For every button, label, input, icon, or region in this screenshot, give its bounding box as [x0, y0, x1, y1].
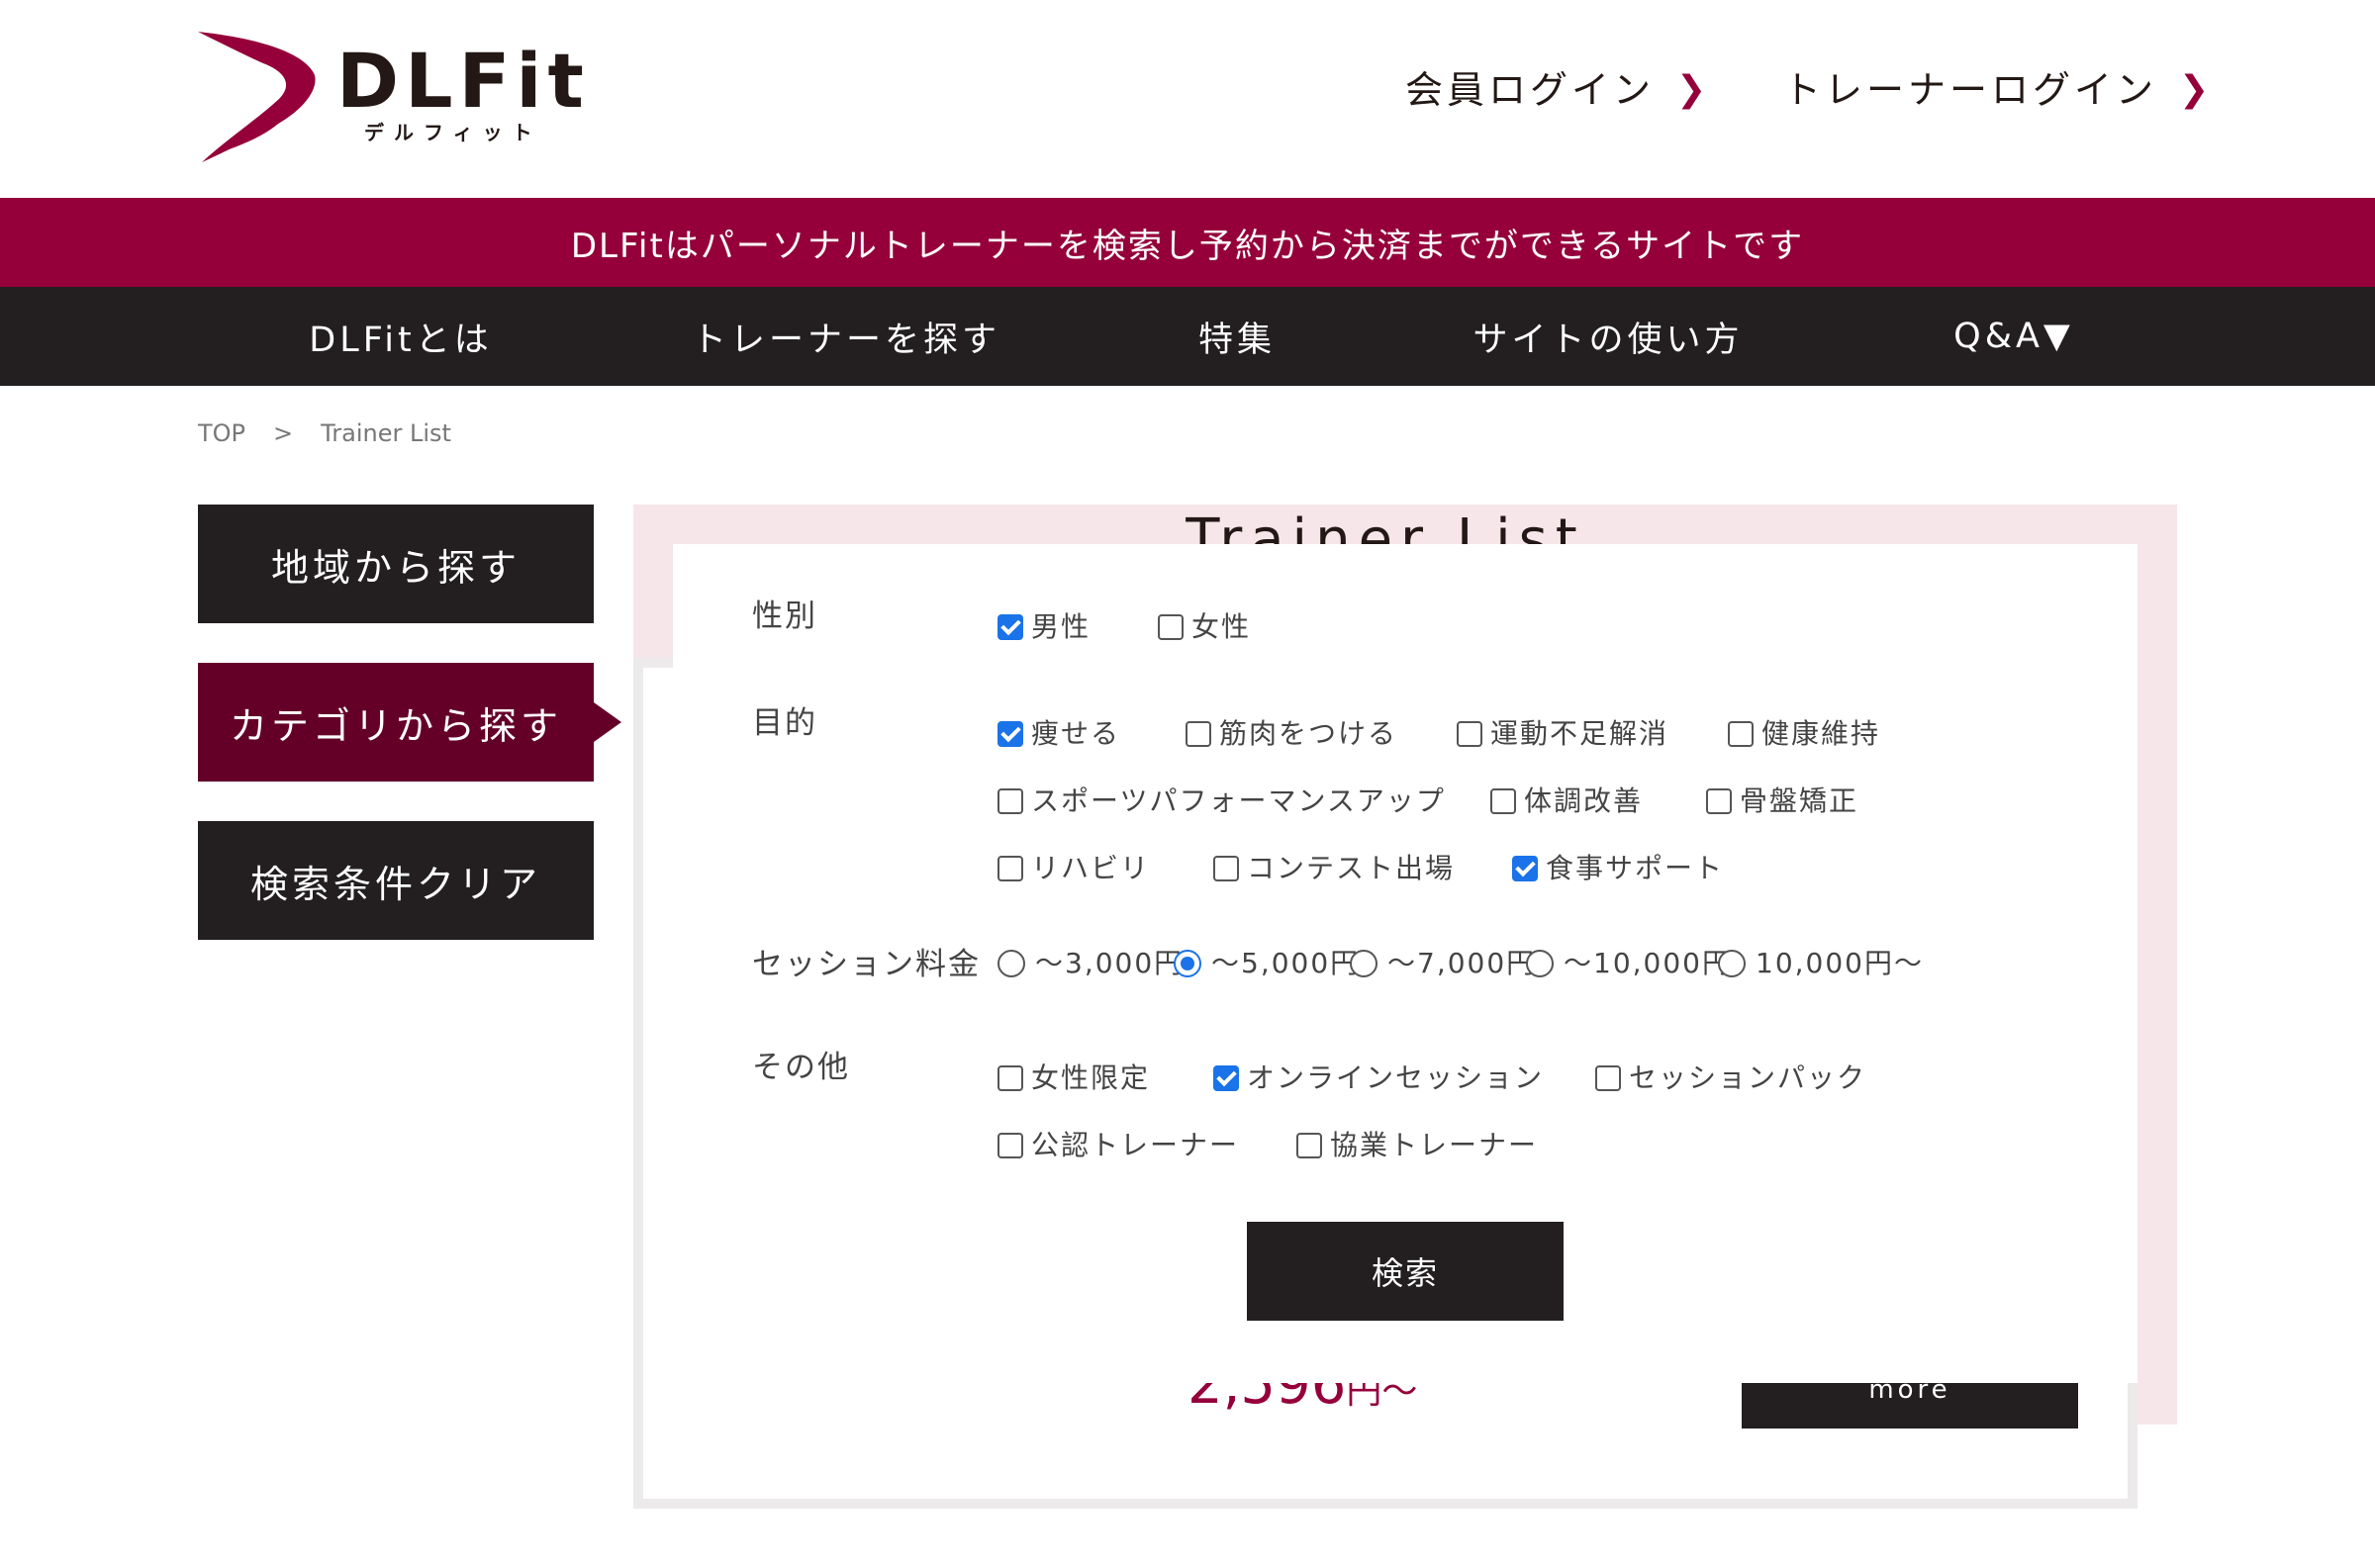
site-banner: DLFitはパーソナルトレーナーを検索し予約から決済までができるサイトです: [0, 198, 2375, 287]
other-online-checkbox[interactable]: [1213, 1065, 1239, 1091]
fee-option-over-10000[interactable]: 10,000円〜: [1718, 950, 1924, 977]
purpose-option-sports[interactable]: スポーツパフォーマンスアップ: [998, 787, 1446, 815]
option-label: 体調改善: [1524, 784, 1644, 817]
option-label: コンテスト出場: [1247, 852, 1456, 884]
chevron-right-icon: ❯: [2179, 69, 2214, 110]
active-pointer-icon: [594, 702, 621, 742]
purpose-rehab-checkbox[interactable]: [998, 856, 1023, 881]
purpose-option-health[interactable]: 健康維持: [1728, 720, 1880, 748]
nav-item-feature[interactable]: 特集: [1183, 287, 1291, 386]
fee-over-10000-radio[interactable]: [1718, 950, 1746, 977]
purpose-diet-checkbox[interactable]: [1512, 856, 1538, 881]
purpose-option-slim[interactable]: 痩せる: [998, 720, 1120, 748]
breadcrumb-home[interactable]: TOP: [198, 419, 245, 447]
purpose-option-rehab[interactable]: リハビリ: [998, 855, 1150, 882]
logo-text[interactable]: DLFit: [336, 44, 590, 119]
option-label: 〜7,000円: [1387, 947, 1537, 979]
option-label: 〜10,000円: [1564, 947, 1732, 979]
option-label: 運動不足解消: [1490, 717, 1669, 750]
more-button[interactable]: more: [1742, 1375, 2078, 1429]
other-option-women-only[interactable]: 女性限定: [998, 1064, 1150, 1092]
option-label: 女性: [1191, 610, 1252, 643]
purpose-label: 目的: [752, 705, 817, 741]
member-login-link[interactable]: 会員ログイン ❯: [1405, 71, 1710, 109]
chevron-right-icon: ❯: [1676, 69, 1711, 110]
option-label: 10,000円〜: [1756, 947, 1924, 979]
gender-male-checkbox[interactable]: [998, 614, 1023, 640]
purpose-muscle-checkbox[interactable]: [1186, 721, 1211, 747]
purpose-option-exercise[interactable]: 運動不足解消: [1457, 720, 1668, 748]
purpose-exercise-checkbox[interactable]: [1457, 721, 1482, 747]
option-label: 女性限定: [1031, 1061, 1151, 1094]
gender-option-male[interactable]: 男性: [998, 613, 1091, 641]
option-label: 健康維持: [1761, 717, 1881, 750]
fee-option-5000[interactable]: 〜5,000円: [1174, 950, 1360, 977]
purpose-contest-checkbox[interactable]: [1213, 856, 1239, 881]
wing-swoosh-icon[interactable]: [194, 30, 318, 166]
member-login-label: 会員ログイン: [1405, 68, 1656, 112]
option-label: 男性: [1031, 610, 1092, 643]
option-label: オンラインセッション: [1247, 1061, 1545, 1094]
purpose-option-muscle[interactable]: 筋肉をつける: [1186, 720, 1397, 748]
fee-5000-radio[interactable]: [1174, 950, 1201, 977]
fee-option-3000[interactable]: 〜3,000円: [998, 950, 1184, 977]
option-label: 筋肉をつける: [1219, 717, 1398, 750]
nav-item-qa[interactable]: Q&A▼: [1930, 287, 2098, 386]
nav-item-how-to-use[interactable]: サイトの使い方: [1465, 287, 1752, 386]
option-label: 痩せる: [1031, 717, 1121, 750]
breadcrumb-current: Trainer List: [321, 419, 451, 447]
option-label: スポーツパフォーマンスアップ: [1031, 784, 1446, 817]
other-pack-checkbox[interactable]: [1595, 1065, 1621, 1091]
other-option-pack[interactable]: セッションパック: [1595, 1064, 1866, 1092]
logo-subtitle: デルフィット: [364, 121, 542, 144]
purpose-condition-checkbox[interactable]: [1490, 788, 1516, 814]
other-certified-checkbox[interactable]: [998, 1133, 1023, 1158]
other-partner-checkbox[interactable]: [1296, 1133, 1322, 1158]
category-search-button[interactable]: カテゴリから探す: [198, 663, 594, 782]
option-label: 公認トレーナー: [1031, 1129, 1240, 1161]
option-label: リハビリ: [1031, 852, 1151, 884]
option-label: 〜3,000円: [1035, 947, 1185, 979]
purpose-option-contest[interactable]: コンテスト出場: [1213, 855, 1455, 882]
purpose-health-checkbox[interactable]: [1728, 721, 1754, 747]
gender-label: 性別: [752, 599, 817, 634]
fee-label: セッション料金: [752, 947, 981, 982]
purpose-option-condition[interactable]: 体調改善: [1490, 787, 1643, 815]
option-label: 協業トレーナー: [1330, 1129, 1539, 1161]
fee-3000-radio[interactable]: [998, 950, 1025, 977]
gender-female-checkbox[interactable]: [1158, 614, 1184, 640]
gender-option-female[interactable]: 女性: [1158, 613, 1251, 641]
option-label: 骨盤矯正: [1740, 784, 1859, 817]
other-option-partner[interactable]: 協業トレーナー: [1296, 1132, 1538, 1159]
nav-item-find-trainer[interactable]: トレーナーを探す: [683, 287, 1009, 386]
trainer-login-label: トレーナーログイン: [1783, 68, 2158, 112]
purpose-option-diet[interactable]: 食事サポート: [1512, 855, 1724, 882]
area-search-button[interactable]: 地域から探す: [198, 505, 594, 623]
search-button[interactable]: 検索: [1247, 1222, 1564, 1321]
option-label: 〜5,000円: [1211, 947, 1361, 979]
global-nav: DLFitとは トレーナーを探す 特集 サイトの使い方 Q&A▼: [0, 287, 2375, 386]
option-label: 食事サポート: [1546, 852, 1725, 884]
fee-option-7000[interactable]: 〜7,000円: [1350, 950, 1536, 977]
other-option-certified[interactable]: 公認トレーナー: [998, 1132, 1239, 1159]
purpose-pelvis-checkbox[interactable]: [1706, 788, 1732, 814]
purpose-option-pelvis[interactable]: 骨盤矯正: [1706, 787, 1858, 815]
breadcrumb: TOP > Trainer List: [198, 419, 451, 447]
purpose-sports-checkbox[interactable]: [998, 788, 1023, 814]
other-option-online[interactable]: オンラインセッション: [1213, 1064, 1544, 1092]
purpose-slim-checkbox[interactable]: [998, 721, 1023, 747]
option-label: セッションパック: [1629, 1061, 1867, 1094]
other-women-only-checkbox[interactable]: [998, 1065, 1023, 1091]
clear-search-button[interactable]: 検索条件クリア: [198, 821, 594, 940]
nav-item-about[interactable]: DLFitとは: [297, 287, 505, 386]
breadcrumb-separator: >: [273, 419, 294, 447]
other-label: その他: [752, 1050, 850, 1085]
site-header: DLFit デルフィット 会員ログイン ❯ トレーナーログイン ❯: [0, 0, 2375, 198]
fee-10000-radio[interactable]: [1526, 950, 1554, 977]
trainer-login-link[interactable]: トレーナーログイン ❯: [1783, 71, 2213, 109]
fee-7000-radio[interactable]: [1350, 950, 1378, 977]
fee-option-10000[interactable]: 〜10,000円: [1526, 950, 1732, 977]
